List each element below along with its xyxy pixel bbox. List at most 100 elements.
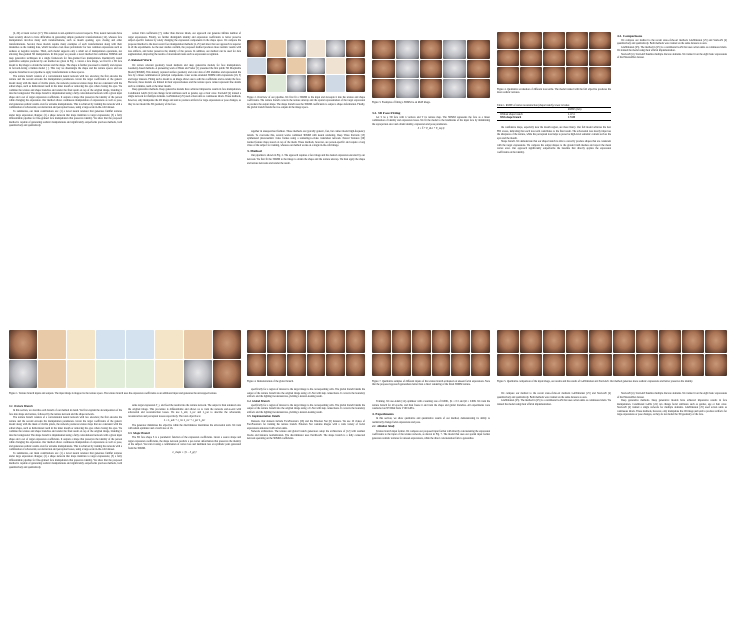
face-image xyxy=(346,75,365,92)
qualitative-figure xyxy=(372,330,490,376)
face-image xyxy=(471,330,490,353)
face-image xyxy=(372,330,391,353)
face-image xyxy=(306,353,326,376)
paragraph: Let S be a 3D face with n vertices and T… xyxy=(372,115,490,126)
face-image xyxy=(372,59,395,79)
network-block xyxy=(96,359,125,388)
paragraph: specifically for a region of interest to… xyxy=(247,403,365,414)
paragraph: GANimation [25]. The method in [25] is a… xyxy=(617,45,727,53)
network-block xyxy=(266,75,286,92)
paragraph: We review relevant geometry based method… xyxy=(128,63,241,88)
caption-text: Figure 4. Demonstration of the global br… xyxy=(247,380,294,383)
face-image xyxy=(471,353,490,376)
face-image xyxy=(266,353,286,376)
shape-render xyxy=(443,40,467,59)
face-image xyxy=(497,67,519,84)
ablation-figure xyxy=(497,32,611,84)
network-block xyxy=(125,330,154,359)
face-image xyxy=(247,330,266,353)
paragraph: StarGAN [4]. StarGAN handles multiple di… xyxy=(617,392,727,399)
pipeline-figure xyxy=(247,40,365,92)
face-image xyxy=(589,353,612,376)
caption-text: Figure 3. Examples of fitting a 3DMM to … xyxy=(372,101,431,104)
face-image xyxy=(346,330,365,353)
face-image xyxy=(543,67,565,84)
comparison-figure xyxy=(497,330,727,376)
face-image xyxy=(543,353,566,376)
face-image xyxy=(346,40,365,57)
paragraph: The texture branch consists of a convolu… xyxy=(9,74,122,110)
face-image xyxy=(326,353,346,376)
paragraph: Shape branch. We demonstrate that our sh… xyxy=(497,140,611,154)
figure-caption: Figure 3. Examples of fitting a 3DMM to … xyxy=(372,101,490,104)
face-image xyxy=(635,330,658,353)
network-block xyxy=(154,359,183,388)
text-column-1: [2, 26] or latent vectors [17]. This sol… xyxy=(9,32,122,128)
face-image xyxy=(497,49,519,67)
face-image xyxy=(212,330,241,359)
face-image xyxy=(543,32,565,49)
network-block xyxy=(247,57,266,75)
shape-render xyxy=(395,59,419,79)
figure-caption: Figure 4. Qualitative evaluation of diff… xyxy=(497,88,611,95)
face-image xyxy=(589,49,611,67)
face-image xyxy=(411,353,431,376)
text-column-7: 3.1. Texture Branch In this section, we … xyxy=(9,404,122,469)
face-image xyxy=(266,330,286,353)
figure-caption: Figure 2. Overview of our pipeline. We f… xyxy=(247,96,365,110)
paragraph: Training. We use Adam [14] optimizer wit… xyxy=(372,400,490,411)
equation: L = L_adv + λ_rec L_rec + λ_per L_per xyxy=(163,419,206,423)
network-block xyxy=(67,359,96,388)
equation: L_shape = ||S − S_gt||² xyxy=(172,451,197,455)
face-image xyxy=(520,67,542,84)
face-image xyxy=(589,67,611,84)
shape-render xyxy=(286,40,306,57)
face-image xyxy=(658,353,681,376)
caption-text: Figure 4. Qualitative evaluation of diff… xyxy=(497,88,611,95)
face-image xyxy=(566,330,589,353)
text-column-10: Training. We use Adam [14] optimizer wit… xyxy=(372,400,490,440)
expression-samples-figure xyxy=(247,330,365,376)
texture-map xyxy=(38,359,67,388)
face-image xyxy=(467,59,490,79)
face-image xyxy=(431,330,451,353)
face-image xyxy=(372,79,395,98)
paragraph: To summarize, our main contributions are… xyxy=(9,110,122,128)
texture-branch-figure xyxy=(9,330,241,388)
face-image xyxy=(247,75,266,92)
face-image xyxy=(658,330,681,353)
face-image xyxy=(419,59,443,79)
table-block: Table 1. RMSE of vertex reconstruction (… xyxy=(497,104,611,121)
face-image xyxy=(543,330,566,353)
face-image xyxy=(497,330,520,353)
paragraph: We compare our method to the recent stat… xyxy=(497,392,611,399)
face-image xyxy=(306,75,326,92)
face-image xyxy=(681,330,704,353)
shape-render xyxy=(326,40,346,57)
network-block xyxy=(67,330,96,359)
face-image xyxy=(419,79,443,98)
face-image xyxy=(612,330,635,353)
text-column-3: together in unsupervised fashion. Those … xyxy=(247,130,365,165)
text-column-8: same target expression T_t, and feed the… xyxy=(128,404,241,456)
face-image xyxy=(346,353,365,376)
face-image xyxy=(247,353,266,376)
shape-render xyxy=(395,40,419,59)
paragraph: Action Unit coefficients [7], rather tha… xyxy=(128,32,241,57)
paragraph: In this section, we show qualitative and… xyxy=(372,417,490,424)
texture-map xyxy=(183,330,212,359)
face-image xyxy=(451,330,471,353)
text-column-5: the confidence maps, especially near the… xyxy=(497,126,611,154)
results-table: RMSE (mm) Without shape branch 2.1151 Wit… xyxy=(497,107,611,121)
face-image xyxy=(704,330,727,353)
paragraph: StarGAN [4]. StarGAN handles multiple di… xyxy=(617,52,727,60)
paragraph: GANimation [25]. The method in [25] is a… xyxy=(497,399,611,406)
text-column-6: 4.2. Comparisons We compare our method t… xyxy=(617,32,727,60)
text-column-12: StarGAN [4]. StarGAN handles multiple di… xyxy=(617,392,727,417)
face-image xyxy=(286,353,306,376)
face-image xyxy=(467,79,490,98)
face-image xyxy=(497,32,519,49)
paragraph: Texture branch input format. We compare … xyxy=(372,429,490,440)
network-block xyxy=(154,330,183,359)
section-heading: 4.2. Comparisons xyxy=(617,33,643,38)
